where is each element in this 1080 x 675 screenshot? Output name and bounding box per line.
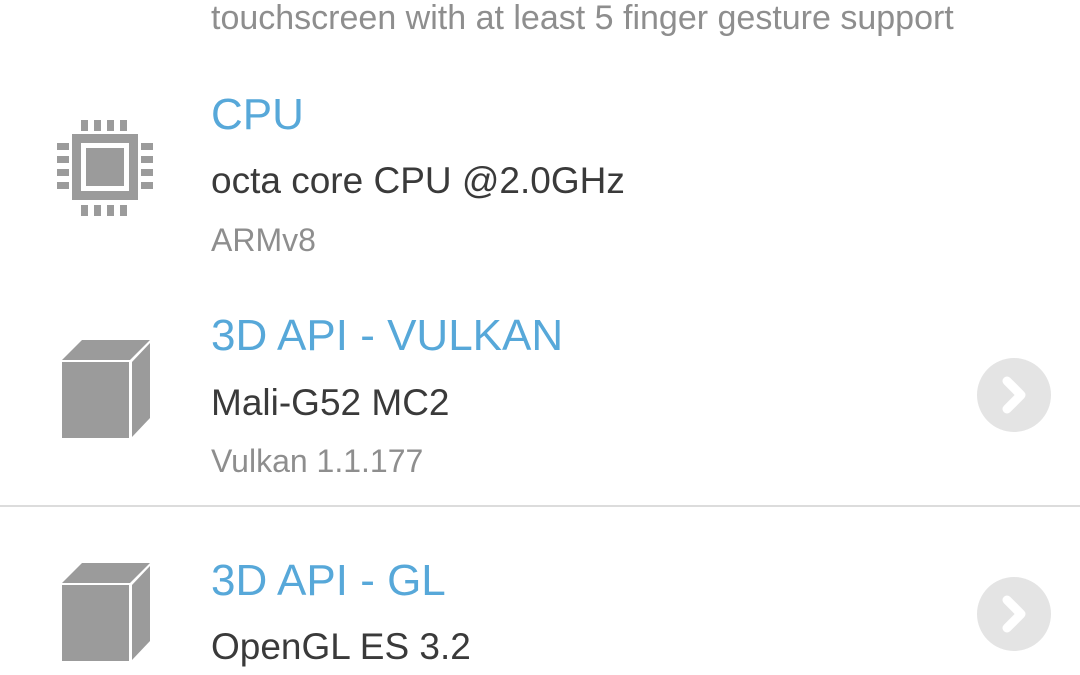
vulkan-value: Mali-G52 MC2	[211, 382, 450, 423]
gl-title: 3D API - GL	[211, 556, 446, 605]
vulkan-details-button[interactable]	[977, 358, 1051, 432]
cube-3d-icon	[62, 340, 154, 445]
device-info-screen: touchscreen with at least 5 finger gestu…	[0, 0, 1080, 675]
chevron-right-icon	[1002, 595, 1026, 633]
chevron-right-icon	[1002, 376, 1026, 414]
vulkan-title: 3D API - VULKAN	[211, 311, 564, 360]
cpu-title: CPU	[211, 90, 304, 139]
gl-details-button[interactable]	[977, 577, 1051, 651]
gl-value: OpenGL ES 3.2	[211, 626, 471, 667]
cpu-detail: ARMv8	[211, 222, 316, 258]
cube-3d-icon	[62, 563, 154, 668]
cpu-value: octa core CPU @2.0GHz	[211, 160, 625, 201]
touchscreen-detail: touchscreen with at least 5 finger gestu…	[211, 0, 954, 37]
section-divider	[0, 505, 1080, 507]
vulkan-detail: Vulkan 1.1.177	[211, 443, 424, 479]
cpu-chip-icon	[56, 118, 156, 223]
